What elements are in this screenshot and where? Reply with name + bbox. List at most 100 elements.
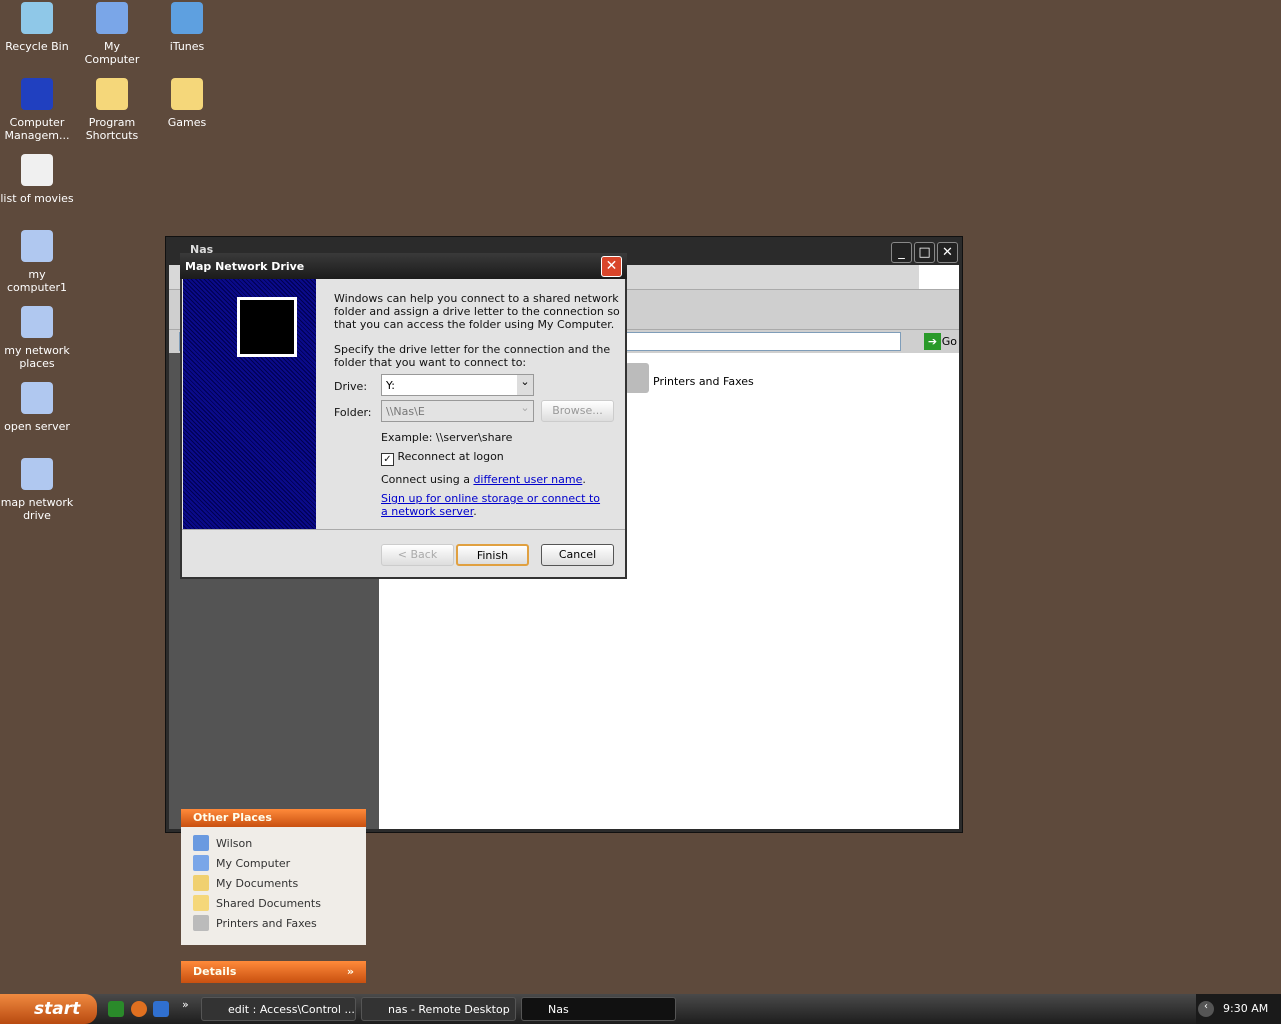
- task-remote-desktop[interactable]: nas - Remote Desktop: [361, 997, 516, 1021]
- other-places-item[interactable]: Printers and Faxes: [181, 913, 366, 933]
- desktop-icon[interactable]: Games: [150, 76, 224, 129]
- recycle-bin-icon: [21, 2, 53, 34]
- desktop-icon[interactable]: my computer1: [0, 228, 74, 294]
- finish-button[interactable]: Finish: [456, 544, 529, 566]
- desktop-icon[interactable]: Recycle Bin: [0, 0, 74, 53]
- task-label: nas - Remote Desktop: [388, 1003, 510, 1016]
- folder-combobox[interactable]: \\Nas\E ⌄: [381, 400, 534, 422]
- clock: 9:30 AM: [1223, 1002, 1269, 1015]
- place-label: Wilson: [216, 836, 253, 850]
- cancel-button[interactable]: Cancel: [541, 544, 614, 566]
- connect-prefix: Connect using a: [381, 473, 474, 486]
- drive-value: Y:: [386, 379, 395, 392]
- desktop-icon-label: Games: [167, 116, 207, 129]
- maximize-button[interactable]: □: [914, 242, 935, 263]
- system-tray: ‹ 9:30 AM: [1196, 994, 1281, 1024]
- dialog-title: Map Network Drive: [180, 253, 627, 279]
- desktop-icon-label: map network drive: [0, 496, 74, 522]
- connect-text: Connect using a different user name.: [381, 473, 586, 486]
- desktop-icon-label: Program Shortcuts: [85, 116, 139, 142]
- divider: [182, 529, 625, 530]
- desktop-icon-label: open server: [4, 420, 70, 433]
- drive-icon: [237, 297, 297, 357]
- content-item-printers[interactable]: Printers and Faxes: [653, 375, 754, 388]
- place-icon: [193, 835, 209, 851]
- desktop-icon[interactable]: map network drive: [0, 456, 74, 522]
- taskbar: start » edit : Access\Control ... nas - …: [0, 994, 1281, 1024]
- chevron-down-icon: ⌄: [520, 401, 530, 414]
- drive-select[interactable]: Y: ⌄: [381, 374, 534, 396]
- place-icon: [193, 855, 209, 871]
- folder-icon: [171, 78, 203, 110]
- signup-link[interactable]: Sign up for online storage or connect to…: [381, 492, 600, 518]
- panel-title: Details: [193, 965, 237, 978]
- shortcut-icon: [21, 458, 53, 490]
- my-computer-icon: [96, 2, 128, 34]
- other-places-item[interactable]: Wilson: [181, 833, 366, 853]
- task-label: Nas: [548, 1003, 569, 1016]
- details-header[interactable]: Details»: [181, 961, 366, 983]
- notepad-icon: [21, 154, 53, 186]
- close-button[interactable]: ✕: [937, 242, 958, 263]
- specify-text: Specify the drive letter for the connect…: [334, 343, 611, 369]
- panel-title: Other Places: [193, 811, 272, 824]
- task-firefox[interactable]: edit : Access\Control ...: [201, 997, 356, 1021]
- desktop-icon-label: iTunes: [169, 40, 205, 53]
- back-button[interactable]: < Back: [381, 544, 454, 566]
- other-places-item[interactable]: My Documents: [181, 873, 366, 893]
- go-arrow-icon[interactable]: ➔: [924, 333, 941, 350]
- go-button[interactable]: Go: [942, 335, 957, 348]
- place-icon: [193, 875, 209, 891]
- intro-text: Windows can help you connect to a shared…: [334, 292, 620, 331]
- minimize-button[interactable]: _: [891, 242, 912, 263]
- signup-text: Sign up for online storage or connect to…: [381, 492, 601, 518]
- desktop-icon[interactable]: list of movies: [0, 152, 74, 205]
- desktop-icon-label: list of movies: [0, 192, 74, 205]
- desktop-icon-label: My Computer: [84, 40, 140, 66]
- reconnect-checkbox[interactable]: ✓: [381, 453, 394, 466]
- task-nas[interactable]: Nas: [521, 997, 676, 1021]
- browse-button[interactable]: Browse...: [541, 400, 614, 422]
- desktop-icon[interactable]: Program Shortcuts: [75, 76, 149, 142]
- map-network-drive-dialog: Map Network Drive ✕ Windows can help you…: [180, 253, 627, 579]
- computer-management-icon: [21, 78, 53, 110]
- quicklaunch-overflow[interactable]: »: [182, 998, 189, 1011]
- place-label: My Documents: [216, 876, 299, 890]
- place-icon: [193, 895, 209, 911]
- shortcut-icon: [21, 382, 53, 414]
- dialog-close-button[interactable]: ✕: [601, 256, 622, 277]
- folder-value: \\Nas\E: [386, 405, 425, 418]
- chevron-down-icon[interactable]: ⌄: [517, 375, 533, 395]
- start-button[interactable]: start: [0, 994, 97, 1024]
- desktop-icon-label: my computer1: [6, 268, 68, 294]
- desktop-icon-label: Recycle Bin: [5, 40, 69, 53]
- folder-icon: [96, 78, 128, 110]
- reconnect-option[interactable]: ✓ Reconnect at logon: [381, 450, 504, 466]
- place-label: Shared Documents: [216, 896, 321, 910]
- ie-icon[interactable]: [153, 1001, 169, 1017]
- itunes-icon: [171, 2, 203, 34]
- desktop-icon-label: my network places: [4, 344, 70, 370]
- drive-label: Drive:: [334, 380, 368, 393]
- windows-logo-icon: [919, 265, 959, 289]
- different-user-link[interactable]: different user name: [473, 473, 582, 486]
- desktop-icon[interactable]: my network places: [0, 304, 74, 370]
- firefox-icon[interactable]: [131, 1001, 147, 1017]
- chevron-left-icon[interactable]: ‹: [1198, 1001, 1214, 1017]
- desktop-icon[interactable]: open server: [0, 380, 74, 433]
- utorrent-icon[interactable]: [108, 1001, 124, 1017]
- other-places-item[interactable]: Shared Documents: [181, 893, 366, 913]
- start-label: start: [34, 999, 81, 1019]
- folder-label: Folder:: [334, 406, 372, 419]
- task-label: edit : Access\Control ...: [228, 1003, 355, 1016]
- shortcut-icon: [21, 230, 53, 262]
- printer-icon: [625, 363, 649, 393]
- example-text: Example: \\server\share: [381, 431, 513, 444]
- other-places-item[interactable]: My Computer: [181, 853, 366, 873]
- desktop-icon[interactable]: Computer Managem...: [0, 76, 74, 142]
- network-drive-illustration: [183, 279, 316, 529]
- desktop-icon[interactable]: My Computer: [75, 0, 149, 66]
- place-icon: [193, 915, 209, 931]
- desktop-icon[interactable]: iTunes: [150, 0, 224, 53]
- other-places-header[interactable]: Other Places: [181, 809, 366, 827]
